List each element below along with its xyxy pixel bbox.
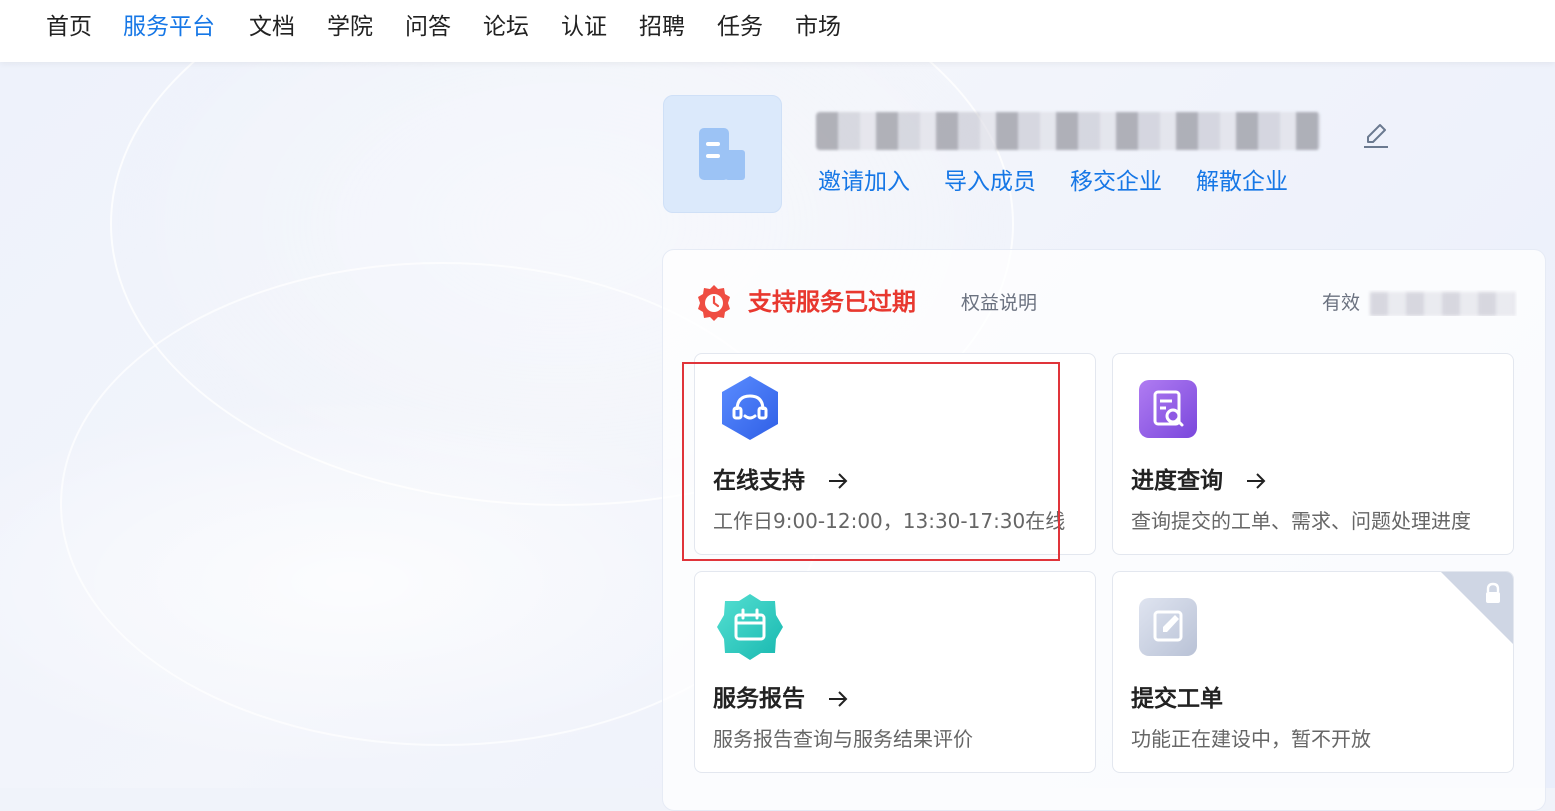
nav-item-market[interactable]: 市场 xyxy=(795,12,841,42)
service-report-title: 服务报告 xyxy=(713,686,805,712)
arrow-right-icon xyxy=(829,473,848,489)
arrow-right-icon xyxy=(829,691,848,707)
nav-item-service-platform[interactable]: 服务平台 xyxy=(123,12,215,42)
submit-ticket-title: 提交工单 xyxy=(1131,686,1223,712)
card-title: 进度查询 xyxy=(1131,466,1267,496)
nav-item-docs[interactable]: 文档 xyxy=(249,12,295,42)
nav-item-home[interactable]: 首页 xyxy=(46,12,92,42)
transfer-company-link[interactable]: 移交企业 xyxy=(1070,167,1162,197)
import-members-link[interactable]: 导入成员 xyxy=(944,167,1036,197)
validity-value-redacted xyxy=(1370,292,1515,316)
benefit-description-link[interactable]: 权益说明 xyxy=(961,290,1037,316)
pencil-icon[interactable] xyxy=(1362,120,1390,150)
online-support-desc: 工作日9:00-12:00，13:30-17:30在线 xyxy=(713,509,1066,533)
nav-item-forum[interactable]: 论坛 xyxy=(483,12,529,42)
nav-item-certification[interactable]: 认证 xyxy=(561,12,607,42)
service-report-desc: 服务报告查询与服务结果评价 xyxy=(713,727,973,751)
online-support-title: 在线支持 xyxy=(713,468,805,494)
headset-icon xyxy=(722,376,778,440)
service-report-card[interactable]: 服务报告 服务报告查询与服务结果评价 xyxy=(694,571,1096,773)
nav-item-tasks[interactable]: 任务 xyxy=(717,12,763,42)
submit-ticket-desc: 功能正在建设中，暂不开放 xyxy=(1131,727,1371,751)
calendar-icon xyxy=(717,594,783,660)
dissolve-company-link[interactable]: 解散企业 xyxy=(1196,167,1288,197)
edit-document-icon xyxy=(1139,598,1197,656)
service-status: 支持服务已过期 xyxy=(748,288,916,316)
lock-icon xyxy=(1486,582,1500,603)
top-nav: 首页 服务平台 文档 学院 问答 论坛 认证 招聘 任务 市场 xyxy=(0,0,1555,62)
nav-item-academy[interactable]: 学院 xyxy=(327,12,373,42)
nav-item-jobs[interactable]: 招聘 xyxy=(639,12,685,42)
nav-item-qa[interactable]: 问答 xyxy=(405,12,451,42)
company-name xyxy=(816,112,1320,150)
building-icon xyxy=(699,128,745,180)
validity-label: 有效 xyxy=(1322,292,1361,314)
card-title: 提交工单 xyxy=(1131,684,1223,714)
document-search-icon xyxy=(1139,380,1197,438)
submit-ticket-card: 提交工单 功能正在建设中，暂不开放 xyxy=(1112,571,1514,773)
progress-query-card[interactable]: 进度查询 查询提交的工单、需求、问题处理进度 xyxy=(1112,353,1514,555)
arrow-right-icon xyxy=(1247,473,1266,489)
card-title: 服务报告 xyxy=(713,684,849,714)
clock-badge-icon xyxy=(698,285,730,321)
company-logo xyxy=(663,95,782,213)
invite-join-link[interactable]: 邀请加入 xyxy=(818,167,910,197)
card-title: 在线支持 xyxy=(713,466,849,496)
online-support-card[interactable]: 在线支持 工作日9:00-12:00，13:30-17:30在线 xyxy=(694,353,1096,555)
progress-query-title: 进度查询 xyxy=(1131,468,1223,494)
validity-period: 有效 xyxy=(1322,290,1517,316)
progress-query-desc: 查询提交的工单、需求、问题处理进度 xyxy=(1131,509,1471,533)
